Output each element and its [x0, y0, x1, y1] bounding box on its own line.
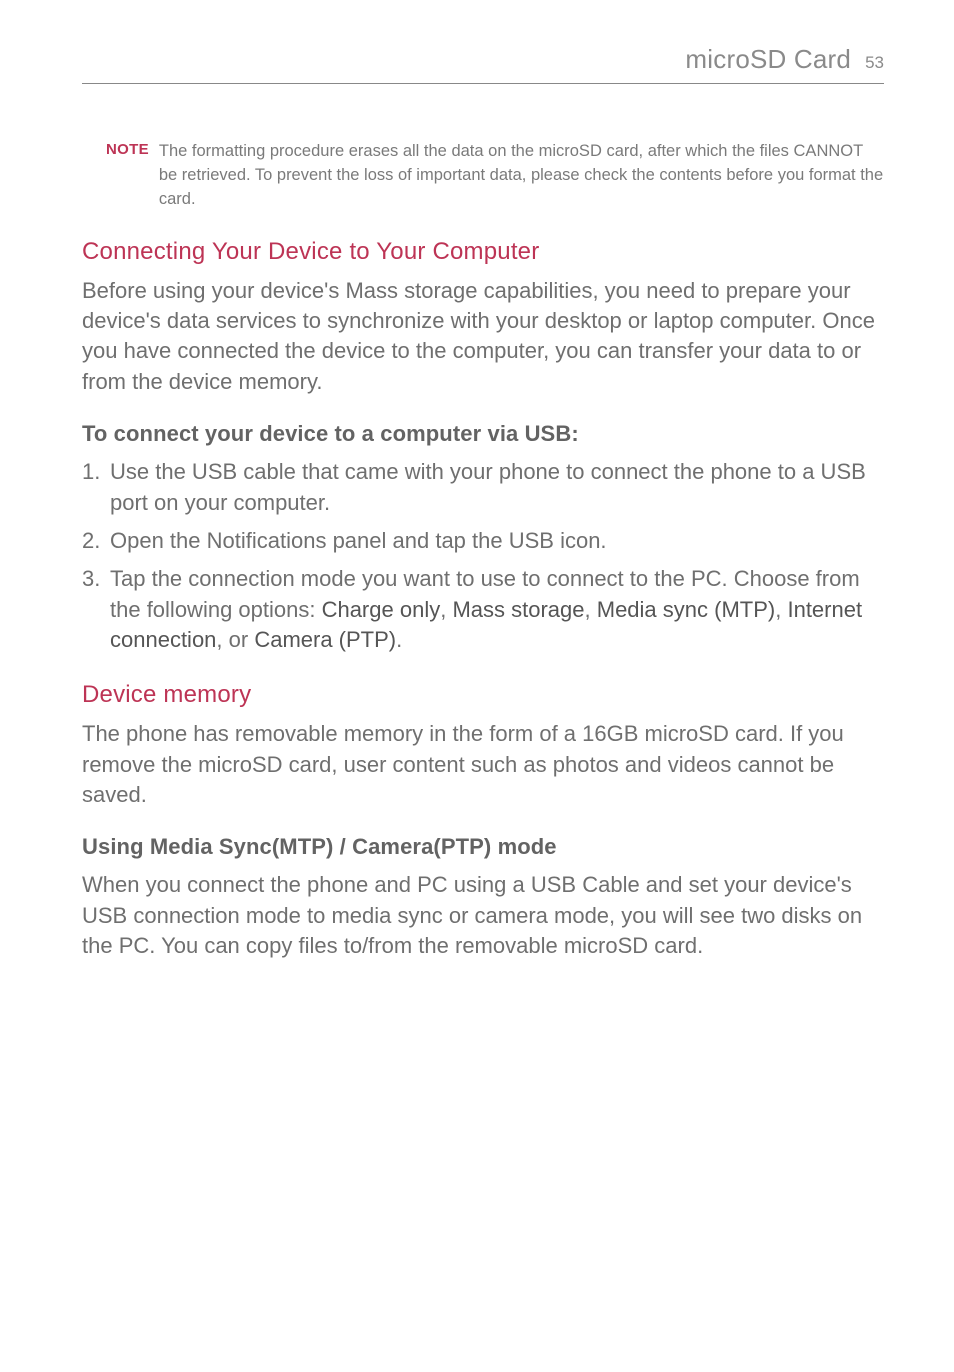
note-label: NOTE — [106, 140, 149, 158]
page-container: microSD Card 53 NOTE The formatting proc… — [0, 0, 954, 1056]
section-para-device-memory: The phone has removable memory in the fo… — [82, 719, 884, 810]
section-heading-connecting: Connecting Your Device to Your Computer — [82, 238, 884, 266]
usb-steps-list: Use the USB cable that came with your ph… — [82, 457, 884, 655]
separator: , — [585, 597, 597, 622]
separator: , — [775, 597, 787, 622]
list-item: Use the USB cable that came with your ph… — [82, 457, 884, 518]
option-media-sync: Media sync (MTP) — [597, 597, 775, 622]
separator: , or — [216, 627, 254, 652]
section-heading-device-memory: Device memory — [82, 681, 884, 709]
option-charge-only: Charge only — [322, 597, 441, 622]
page-header: microSD Card 53 — [82, 44, 884, 84]
option-camera-ptp: Camera (PTP) — [254, 627, 396, 652]
subheading-media-sync: Using Media Sync(MTP) / Camera(PTP) mode — [82, 834, 884, 860]
para-media-sync: When you connect the phone and PC using … — [82, 870, 884, 961]
list-item: Open the Notifications panel and tap the… — [82, 526, 884, 556]
page-number: 53 — [865, 53, 884, 73]
list-item: Tap the connection mode you want to use … — [82, 564, 884, 655]
section-para-connecting: Before using your device's Mass storage … — [82, 276, 884, 397]
step3-suffix: . — [396, 627, 402, 652]
subheading-usb-connect: To connect your device to a computer via… — [82, 421, 884, 447]
option-mass-storage: Mass storage — [452, 597, 584, 622]
note-block: NOTE The formatting procedure erases all… — [82, 140, 884, 212]
header-title: microSD Card — [685, 44, 851, 75]
note-text: The formatting procedure erases all the … — [159, 140, 884, 212]
separator: , — [440, 597, 452, 622]
